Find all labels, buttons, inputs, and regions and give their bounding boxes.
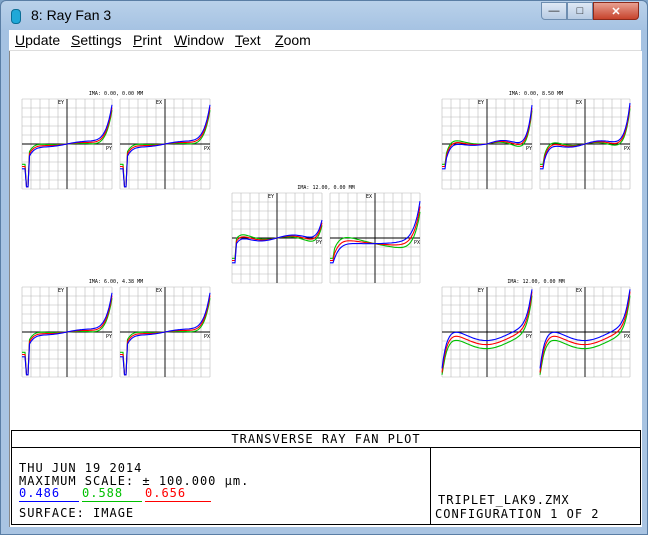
axis-label: PY: [106, 334, 112, 340]
sagittal-fan: EX PX: [329, 192, 421, 284]
axis-label: PY: [526, 146, 532, 152]
tangential-fan: EY PY: [21, 286, 113, 378]
wavelength-green-line: [82, 501, 142, 502]
menu-window[interactable]: Window: [174, 32, 224, 48]
axis-label: PX: [624, 334, 630, 340]
minimize-icon: —: [548, 5, 560, 17]
axis-label: EX: [156, 100, 162, 106]
field-label: IMA: 6.00, 4.38 MM: [89, 279, 143, 285]
field-label: IMA: 0.00, 0.00 MM: [89, 91, 143, 97]
axis-label: EX: [366, 194, 372, 200]
tangential-fan: EY PY: [231, 192, 323, 284]
sagittal-fan: EX PX: [539, 98, 631, 190]
ray-fan-window: 8: Ray Fan 3 — □ ✕ Update Settings Print…: [0, 0, 648, 535]
field-group: IMA: 6.00, 4.38 MM EY PY EX PX: [21, 279, 211, 378]
axis-label: EY: [58, 288, 64, 294]
plot-footer: TRANSVERSE RAY FAN PLOT THU JUN 19 2014 …: [11, 430, 641, 525]
axis-label: PX: [414, 240, 420, 246]
axis-label: EX: [576, 100, 582, 106]
footer-surface: SURFACE: IMAGE: [19, 506, 135, 520]
ray-fan-plots: IMA: 0.00, 0.00 MMEYPYEXPXIMA: 0.00, 8.5…: [21, 91, 631, 378]
minimize-button[interactable]: —: [541, 2, 567, 20]
footer-title: TRANSVERSE RAY FAN PLOT: [12, 431, 640, 448]
axis-label: PY: [106, 146, 112, 152]
wavelength-blue: 0.486: [19, 486, 61, 500]
axis-label: PY: [526, 334, 532, 340]
menu-settings[interactable]: Settings: [71, 32, 122, 48]
footer-file: TRIPLET_LAK9.ZMX: [438, 493, 570, 507]
menu-update[interactable]: Update: [15, 32, 60, 48]
maximize-button[interactable]: □: [567, 2, 593, 20]
axis-label: EY: [58, 100, 64, 106]
close-button[interactable]: ✕: [593, 2, 639, 20]
axis-label: PX: [204, 334, 210, 340]
maximize-icon: □: [576, 5, 584, 17]
axis-label: PY: [316, 240, 322, 246]
wavelength-green: 0.588: [82, 486, 124, 500]
axis-label: EY: [268, 194, 274, 200]
axis-label: EY: [478, 100, 484, 106]
axis-label: EX: [156, 288, 162, 294]
close-icon: ✕: [611, 5, 621, 18]
sagittal-fan: EX PX: [119, 286, 211, 378]
field-label: IMA: 12.00, 0.00 MM: [297, 185, 354, 191]
footer-config: CONFIGURATION 1 OF 2: [435, 507, 600, 521]
axis-label: EY: [478, 288, 484, 294]
tangential-fan: EY PY: [441, 98, 533, 190]
menu-print[interactable]: Print: [133, 32, 162, 48]
tangential-fan: EY PY: [21, 98, 113, 190]
axis-label: EX: [576, 288, 582, 294]
footer-info-panel: THU JUN 19 2014 MAXIMUM SCALE: ± 100.000…: [12, 448, 431, 524]
field-label: IMA: 0.00, 8.50 MM: [509, 91, 563, 97]
field-label: IMA: 12.00, 0.00 MM: [507, 279, 564, 285]
axis-label: PX: [624, 146, 630, 152]
footer-file-panel: TRIPLET_LAK9.ZMX CONFIGURATION 1 OF 2: [431, 448, 640, 524]
field-group: IMA: 12.00, 0.00 MM EY PY EX PX: [231, 185, 421, 284]
wavelength-red: 0.656: [145, 486, 187, 500]
field-group: IMA: 0.00, 8.50 MM EY PY EX PX: [441, 91, 631, 190]
menu-zoom[interactable]: Zoom: [275, 32, 311, 48]
app-icon: [11, 9, 21, 24]
plot-canvas: IMA: 0.00, 0.00 MM EY PY EX PX IMA: 0.00, 8.5…: [9, 51, 642, 527]
sagittal-fan: EX PX: [539, 286, 631, 378]
wavelength-red-line: [145, 501, 211, 502]
menu-bar: Update Settings Print Window Text Zoom: [9, 30, 641, 51]
menu-text[interactable]: Text: [235, 32, 261, 48]
field-group: IMA: 12.00, 0.00 MM EY PY EX PX: [441, 279, 631, 378]
wavelength-blue-line: [19, 501, 79, 502]
sagittal-fan: EX PX: [119, 98, 211, 190]
window-title: 8: Ray Fan 3: [31, 7, 112, 23]
field-group: IMA: 0.00, 0.00 MM EY PY EX PX: [21, 91, 211, 190]
tangential-fan: EY PY: [441, 286, 533, 378]
axis-label: PX: [204, 146, 210, 152]
title-bar[interactable]: 8: Ray Fan 3 — □ ✕: [1, 1, 647, 29]
footer-date: THU JUN 19 2014: [19, 461, 143, 475]
